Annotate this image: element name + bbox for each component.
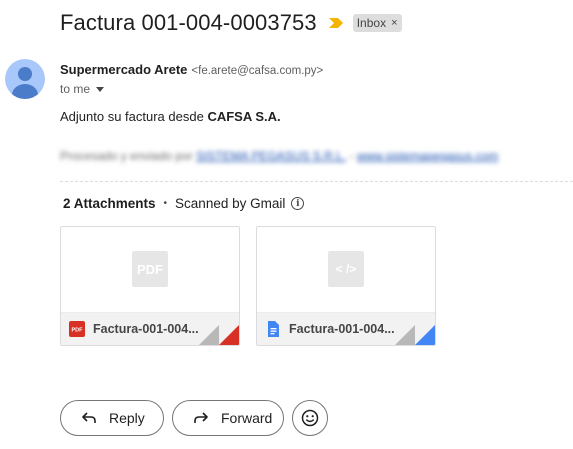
avatar[interactable] <box>5 59 45 99</box>
info-icon[interactable]: i <box>291 197 305 210</box>
separator-dot: • <box>163 198 168 209</box>
signature-separator: - <box>346 149 357 163</box>
email-body: Adjunto su factura desde CAFSA S.A. <box>60 109 281 124</box>
file-type-corner <box>219 325 239 345</box>
attachment-card-xml[interactable]: < /> Factura-001-004... <box>256 226 436 346</box>
svg-text:PDF: PDF <box>72 328 84 334</box>
signature-link-website[interactable]: www.sistemapegasus.com <box>357 149 498 163</box>
signature-prefix: Procesado y enviado por <box>60 149 197 163</box>
attachments-header: 2 Attachments • Scanned by Gmail i <box>63 196 305 211</box>
attachment-card-pdf[interactable]: PDF PDF Factura-001-004... <box>60 226 240 346</box>
blurred-signature: Procesado y enviado por SISTEMA PEGASUS … <box>60 149 498 163</box>
attachment-filename: Factura-001-004... <box>289 322 395 336</box>
person-icon <box>12 67 38 99</box>
scanned-by-gmail-label: Scanned by Gmail <box>175 196 286 211</box>
sender-email: <fe.arete@cafsa.com.py> <box>191 65 324 77</box>
reply-button[interactable]: Reply <box>60 400 164 436</box>
recipient-details-toggle[interactable]: to me <box>60 82 105 96</box>
inbox-label-chip: Inbox × <box>352 14 402 32</box>
signature-link-company[interactable]: SISTEMA PEGASUS S.R.L. <box>196 149 346 163</box>
emoji-reaction-icon <box>301 409 319 427</box>
remove-label-button[interactable]: × <box>391 17 397 29</box>
body-text: Adjunto su factura desde <box>60 109 208 124</box>
forward-label: Forward <box>221 410 273 426</box>
file-type-corner <box>415 325 435 345</box>
label-text: Inbox <box>356 16 387 30</box>
page-fold-decoration <box>199 325 219 345</box>
recipient-label: to me <box>60 82 91 96</box>
attachment-preview: PDF <box>61 227 239 312</box>
attachments-count: 2 Attachments <box>63 196 156 211</box>
sender-name[interactable]: Supermercado Arete <box>60 62 187 77</box>
attachments-divider <box>60 181 573 182</box>
attachment-filename: Factura-001-004... <box>93 322 199 336</box>
forward-arrow-icon <box>194 412 208 423</box>
reply-label: Reply <box>109 410 145 426</box>
pdf-icon: PDF <box>69 321 85 337</box>
forward-button[interactable]: Forward <box>172 400 284 436</box>
emoji-reaction-button[interactable] <box>292 400 328 436</box>
doc-icon <box>268 321 279 337</box>
importance-marker-icon[interactable] <box>328 18 343 28</box>
reply-arrow-icon <box>82 412 96 423</box>
pdf-preview-icon: PDF <box>132 251 168 287</box>
page-fold-decoration <box>395 325 415 345</box>
subject-row: Factura 001-004-0003753 Inbox × <box>60 10 402 36</box>
email-subject: Factura 001-004-0003753 <box>60 10 317 35</box>
attachment-preview: < /> <box>257 227 435 312</box>
chevron-down-icon[interactable] <box>96 86 105 92</box>
code-preview-icon: < /> <box>328 251 364 287</box>
body-company: CAFSA S.A. <box>207 109 281 124</box>
sender-row: Supermercado Arete <fe.arete@cafsa.com.p… <box>60 62 323 77</box>
